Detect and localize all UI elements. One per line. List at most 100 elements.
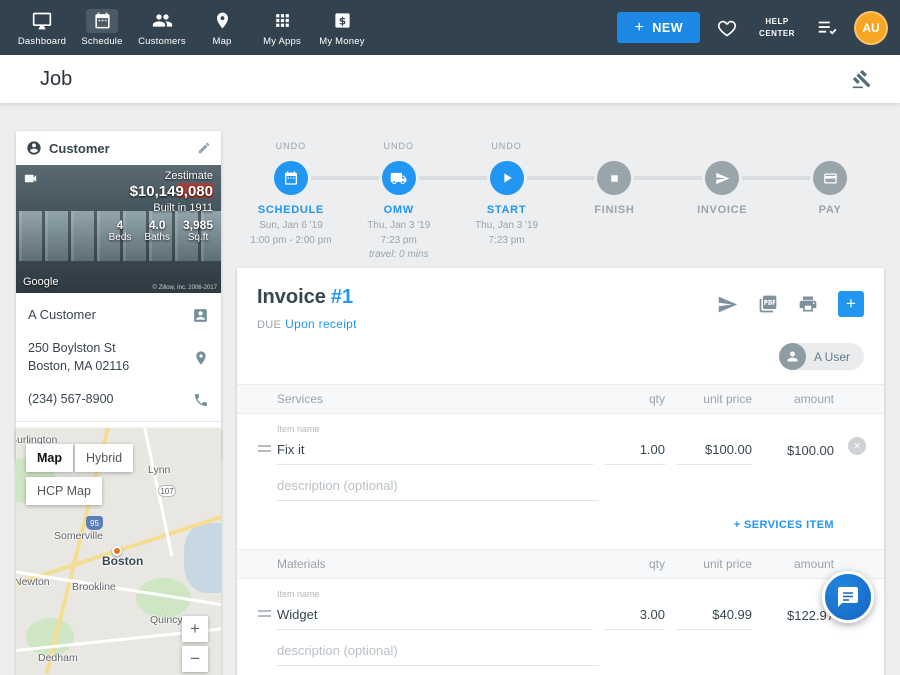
omw-step-button[interactable] [382,161,416,195]
undo-link[interactable]: UNDO [237,141,345,155]
step-label: SCHEDULE [237,204,345,216]
contact-card-icon[interactable] [192,307,209,324]
unit-price-column-header: unit price [677,557,752,571]
pay-step-button[interactable] [813,161,847,195]
material-item-row: Item name $122.97 [237,579,884,630]
page-header: Job [0,55,900,103]
undo-link[interactable]: UNDO [453,141,561,155]
add-materials-item-link[interactable]: + MATERIALS ITEM [237,666,884,675]
due-terms-link[interactable]: Upon receipt [285,317,357,331]
drag-handle-icon[interactable] [251,445,277,465]
edit-customer-icon[interactable] [197,141,211,155]
nav-item-my-money[interactable]: $ My Money [312,0,372,55]
materials-label: Materials [277,557,605,571]
service-description-row [237,465,884,501]
help-center-link[interactable]: HELP CENTER [754,16,800,40]
dashboard-icon [26,9,58,33]
drag-handle-icon[interactable] [251,610,277,630]
item-name-label: Item name [277,589,593,599]
step-start: UNDO START Thu, Jan 3 '19 7:23 pm [453,141,561,263]
nav-label: My Apps [263,36,301,47]
page-title: Job [40,68,72,91]
map-label: Somerville [54,530,103,542]
sqft-label: Sq.ft [183,232,213,243]
baths-label: Baths [144,232,170,243]
heart-icon[interactable] [716,17,738,39]
assignee-row: A User [237,331,884,370]
send-invoice-icon[interactable] [717,294,738,315]
add-invoice-item-button[interactable]: + [838,291,864,317]
job-location-marker[interactable] [112,546,122,556]
zestimate-overlay: Zestimate $10,149,080 Built in 1911 4Bed… [109,170,213,243]
amount-column-header: amount [764,392,834,406]
start-step-button[interactable] [490,161,524,195]
undo-link[interactable]: UNDO [345,141,453,155]
assignee-avatar [779,343,806,370]
map-label: Brookline [72,581,116,593]
assignee-name: A User [814,350,850,364]
finish-step-button[interactable] [597,161,631,195]
pdf-icon[interactable] [758,294,778,314]
property-stats: 4Beds 4.0Baths 3,985Sq.ft [109,218,213,243]
user-avatar[interactable]: AU [854,11,888,45]
material-qty-input[interactable] [605,607,665,630]
activity-list-icon[interactable] [816,17,838,39]
service-qty-input[interactable] [605,442,665,465]
built-year: Built in 1911 [109,202,213,214]
customer-phone: (234) 567-8900 [28,391,113,409]
invoice-header: Invoice#1 DUEUpon receipt + [237,268,884,331]
nav-item-customers[interactable]: Customers [132,0,192,55]
top-navbar: Dashboard Schedule Customers Map My Apps… [0,0,900,55]
hybrid-type-button[interactable]: Hybrid [75,444,133,472]
zoom-out-button[interactable]: − [182,646,208,672]
material-description-row [237,630,884,666]
nav-item-dashboard[interactable]: Dashboard [12,0,72,55]
new-button[interactable]: + NEW [617,12,700,43]
schedule-step-button[interactable] [274,161,308,195]
services-label: Services [277,392,605,406]
zoom-in-button[interactable]: + [182,616,208,642]
gavel-icon[interactable] [852,69,872,89]
invoice-step-button[interactable] [705,161,739,195]
address-line2: Boston, MA 02116 [28,359,129,373]
material-unit-price-input[interactable] [677,607,752,630]
google-watermark: Google [23,276,58,288]
map-water [184,523,221,593]
invoice-number: #1 [331,286,353,308]
calendar-icon [86,9,118,33]
remove-item-icon[interactable]: ✕ [848,437,866,455]
map-label: Newton [16,576,50,588]
stop-icon [608,172,621,185]
beds-value: 4 [109,218,132,232]
phone-icon[interactable] [193,392,209,408]
add-services-item-link[interactable]: + SERVICES ITEM [237,501,884,545]
amount-column-header: amount [764,557,834,571]
services-header: Services qty unit price amount [237,384,884,414]
print-icon[interactable] [798,294,818,314]
material-name-input[interactable] [277,607,593,630]
service-description-input[interactable] [277,478,599,501]
step-label: INVOICE [668,204,776,216]
svg-text:$: $ [338,15,345,27]
nav-item-map[interactable]: Map [192,0,252,55]
nav-label: Map [212,36,231,47]
step-label: START [453,204,561,216]
invoice-due: DUEUpon receipt [257,317,357,331]
map-type-button[interactable]: Map [26,444,73,472]
step-schedule: UNDO SCHEDULE Sun, Jan 6 '19 1:00 pm - 2… [237,141,345,263]
nav-item-schedule[interactable]: Schedule [72,0,132,55]
service-name-input[interactable] [277,442,593,465]
zestimate-price: $10,149,080 [109,183,213,200]
material-description-input[interactable] [277,643,599,666]
chat-fab-button[interactable] [822,571,874,623]
nav-item-my-apps[interactable]: My Apps [252,0,312,55]
address-line1: 250 Boylston St [28,341,116,355]
calendar-icon [283,170,299,186]
hcp-map-button[interactable]: HCP Map [26,477,102,505]
assignee-pill[interactable]: A User [779,343,864,370]
location-pin-icon[interactable] [193,350,209,366]
step-detail: Thu, Jan 3 '19 7:23 pm [453,219,561,248]
people-icon [146,9,178,33]
service-unit-price-input[interactable] [677,442,752,465]
property-photo: Zestimate $10,149,080 Built in 1911 4Bed… [16,165,221,293]
